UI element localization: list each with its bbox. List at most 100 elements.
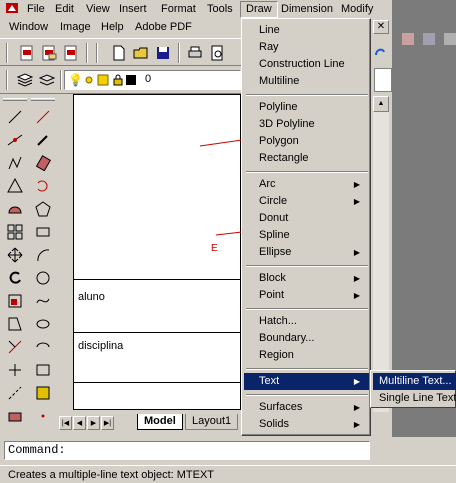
- stretch-icon[interactable]: [4, 313, 26, 335]
- menu-dimension[interactable]: Dimension: [276, 1, 338, 18]
- app-icon[interactable]: [0, 1, 24, 18]
- menu-item-surfaces[interactable]: Surfaces ▶: [244, 399, 369, 416]
- menu-draw[interactable]: Draw: [240, 1, 278, 18]
- insert-block-icon[interactable]: [32, 359, 54, 381]
- menu-item-polyline[interactable]: Polyline: [244, 99, 369, 116]
- new-file-icon[interactable]: [110, 44, 128, 62]
- menu-item-multiline[interactable]: Multiline: [244, 73, 369, 90]
- spline-icon[interactable]: [32, 290, 54, 312]
- toolbar-icon-a[interactable]: [399, 30, 417, 48]
- move-icon[interactable]: [4, 244, 26, 266]
- pdf-convert-icon[interactable]: [18, 44, 36, 62]
- arc-tool-icon[interactable]: [32, 244, 54, 266]
- menu-image[interactable]: Image: [55, 19, 96, 36]
- pencil-icon[interactable]: [32, 129, 54, 151]
- menu-item-region[interactable]: Region: [244, 347, 369, 364]
- menu-modify[interactable]: Modify: [336, 1, 378, 18]
- submenu-item-single-line-text[interactable]: Single Line Text: [373, 390, 456, 407]
- redo-icon[interactable]: [371, 43, 389, 61]
- lightbulb-icon[interactable]: 💡: [68, 73, 83, 87]
- menu-adobe-pdf[interactable]: Adobe PDF: [130, 19, 197, 36]
- make-block-icon[interactable]: [32, 382, 54, 404]
- polyline-icon[interactable]: [4, 152, 26, 174]
- copy-icon[interactable]: [32, 152, 54, 174]
- extend-icon[interactable]: [4, 359, 26, 381]
- make-layer-current-icon[interactable]: [38, 71, 56, 89]
- menu-item-ray[interactable]: Ray: [244, 39, 369, 56]
- menu-item-rectangle[interactable]: Rectangle: [244, 150, 369, 167]
- toolbar-grip[interactable]: [6, 43, 8, 63]
- open-folder-icon[interactable]: [132, 44, 150, 62]
- submenu-item-multiline-text[interactable]: Multiline Text...: [373, 373, 456, 390]
- menu-file[interactable]: File: [22, 1, 50, 18]
- print-preview-icon[interactable]: [208, 44, 226, 62]
- menu-tools[interactable]: Tools: [202, 1, 238, 18]
- trim-icon[interactable]: [4, 336, 26, 358]
- menu-item-spline[interactable]: Spline: [244, 227, 369, 244]
- arc-icon[interactable]: [4, 221, 26, 243]
- break-icon[interactable]: [4, 382, 26, 404]
- offset-icon[interactable]: [32, 175, 54, 197]
- menu-item-arc[interactable]: Arc ▶: [244, 176, 369, 193]
- command-input[interactable]: Command:: [4, 441, 370, 460]
- pdf-email-icon[interactable]: [40, 44, 58, 62]
- pdf-settings-icon[interactable]: [62, 44, 80, 62]
- tab-layout1[interactable]: Layout1: [185, 414, 239, 430]
- menu-window[interactable]: Window: [4, 19, 53, 36]
- tab-prev-icon[interactable]: ◀: [73, 416, 86, 430]
- circle-icon[interactable]: [32, 267, 54, 289]
- layer-dropdown[interactable]: 💡 0: [64, 70, 241, 90]
- tab-model[interactable]: Model: [137, 414, 183, 430]
- menu-item-text[interactable]: Text ▶: [244, 373, 369, 390]
- polygon-icon[interactable]: [4, 175, 26, 197]
- menu-item-line[interactable]: Line: [244, 22, 369, 39]
- scale-icon[interactable]: [4, 290, 26, 312]
- scroll-up-button[interactable]: ▲: [373, 96, 389, 112]
- menu-item-circle[interactable]: Circle ▶: [244, 193, 369, 210]
- chamfer-icon[interactable]: [4, 405, 26, 427]
- vertical-scrollbar-track[interactable]: [373, 112, 389, 412]
- layer-manager-icon[interactable]: [16, 71, 34, 89]
- tab-first-icon[interactable]: |◀: [59, 416, 72, 430]
- save-icon[interactable]: [154, 44, 172, 62]
- toolbar-icon-b[interactable]: [420, 30, 438, 48]
- lock-icon[interactable]: [112, 74, 124, 89]
- menu-item-polygon[interactable]: Polygon: [244, 133, 369, 150]
- print-icon[interactable]: [186, 44, 204, 62]
- array-icon[interactable]: [32, 198, 54, 220]
- menu-format[interactable]: Format: [156, 1, 201, 18]
- menu-item-hatch[interactable]: Hatch...: [244, 313, 369, 330]
- freeze-viewport-icon[interactable]: [97, 74, 109, 89]
- modify-toolbar-grip[interactable]: [31, 98, 55, 101]
- rotate-icon[interactable]: [4, 267, 26, 289]
- close-icon[interactable]: ✕: [373, 20, 389, 34]
- menu-item-boundary[interactable]: Boundary...: [244, 330, 369, 347]
- erase-line-icon[interactable]: [32, 106, 54, 128]
- menu-insert[interactable]: Insert: [114, 1, 152, 18]
- tab-next-icon[interactable]: ▶: [87, 416, 100, 430]
- pentagon-icon[interactable]: [32, 221, 54, 243]
- point-icon[interactable]: [32, 405, 54, 427]
- menu-item-donut[interactable]: Donut: [244, 210, 369, 227]
- menu-edit[interactable]: Edit: [50, 1, 79, 18]
- menu-item-point[interactable]: Point ▶: [244, 287, 369, 304]
- menu-item-ellipse[interactable]: Ellipse ▶: [244, 244, 369, 261]
- properties-dropdown[interactable]: [374, 68, 392, 92]
- drawing-canvas[interactable]: E aluno disciplina: [73, 94, 242, 410]
- toolbar-icon-c[interactable]: [441, 30, 456, 48]
- line-tool-icon[interactable]: [4, 106, 26, 128]
- draw-toolbar-grip[interactable]: [3, 98, 27, 101]
- ellipse-icon[interactable]: [32, 313, 54, 335]
- menu-item-solids[interactable]: Solids ▶: [244, 416, 369, 433]
- menu-help[interactable]: Help: [96, 19, 129, 36]
- menu-item-block[interactable]: Block ▶: [244, 270, 369, 287]
- construction-line-icon[interactable]: [4, 129, 26, 151]
- rectangle-icon[interactable]: [4, 198, 26, 220]
- toolbar-grip[interactable]: [6, 70, 8, 90]
- toolbar-grip[interactable]: [96, 43, 98, 63]
- menu-item-construction-line[interactable]: Construction Line: [244, 56, 369, 73]
- ellipse-arc-icon[interactable]: [32, 336, 54, 358]
- sun-icon[interactable]: [83, 74, 95, 89]
- tab-last-icon[interactable]: ▶|: [101, 416, 114, 430]
- menu-item-3d-polyline[interactable]: 3D Polyline: [244, 116, 369, 133]
